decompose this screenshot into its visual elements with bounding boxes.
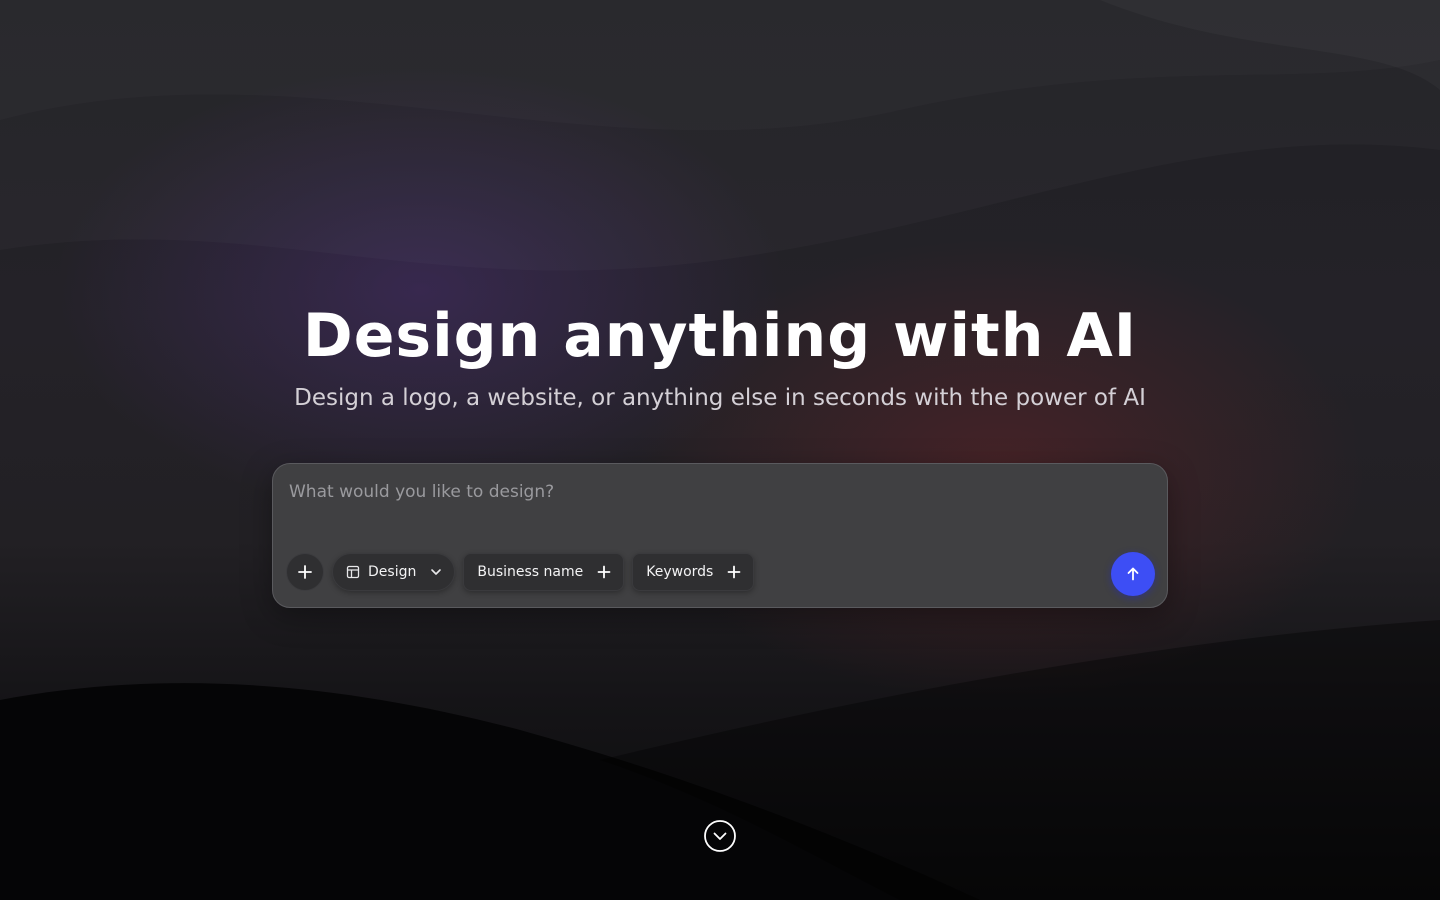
prompt-toolbar: Design Business name Keywords bbox=[286, 552, 755, 592]
design-prompt-input[interactable] bbox=[289, 478, 1149, 506]
hero-title: Design anything with AI bbox=[302, 301, 1138, 371]
business-name-label: Business name bbox=[477, 564, 584, 580]
hero-subtitle: Design a logo, a website, or anything el… bbox=[294, 385, 1146, 411]
prompt-box: Design Business name bbox=[272, 463, 1168, 608]
add-attachment-button[interactable] bbox=[286, 553, 324, 591]
layout-icon bbox=[346, 565, 360, 579]
scroll-down-button[interactable] bbox=[703, 819, 737, 853]
plus-icon bbox=[597, 565, 611, 579]
keywords-chip[interactable]: Keywords bbox=[632, 553, 755, 591]
hero-section: Design anything with AI Design a logo, a… bbox=[0, 0, 1440, 900]
design-type-dropdown[interactable]: Design bbox=[332, 553, 456, 591]
business-name-chip[interactable]: Business name bbox=[463, 553, 625, 591]
plus-icon bbox=[727, 565, 741, 579]
chevron-down-icon bbox=[430, 566, 442, 578]
design-type-label: Design bbox=[368, 564, 417, 580]
send-button[interactable] bbox=[1111, 552, 1155, 596]
chevron-down-circle-icon bbox=[703, 819, 737, 853]
keywords-label: Keywords bbox=[646, 564, 714, 580]
arrow-up-icon bbox=[1125, 566, 1141, 582]
plus-icon bbox=[297, 564, 313, 580]
landing-page: Design anything with AI Design a logo, a… bbox=[0, 0, 1440, 900]
